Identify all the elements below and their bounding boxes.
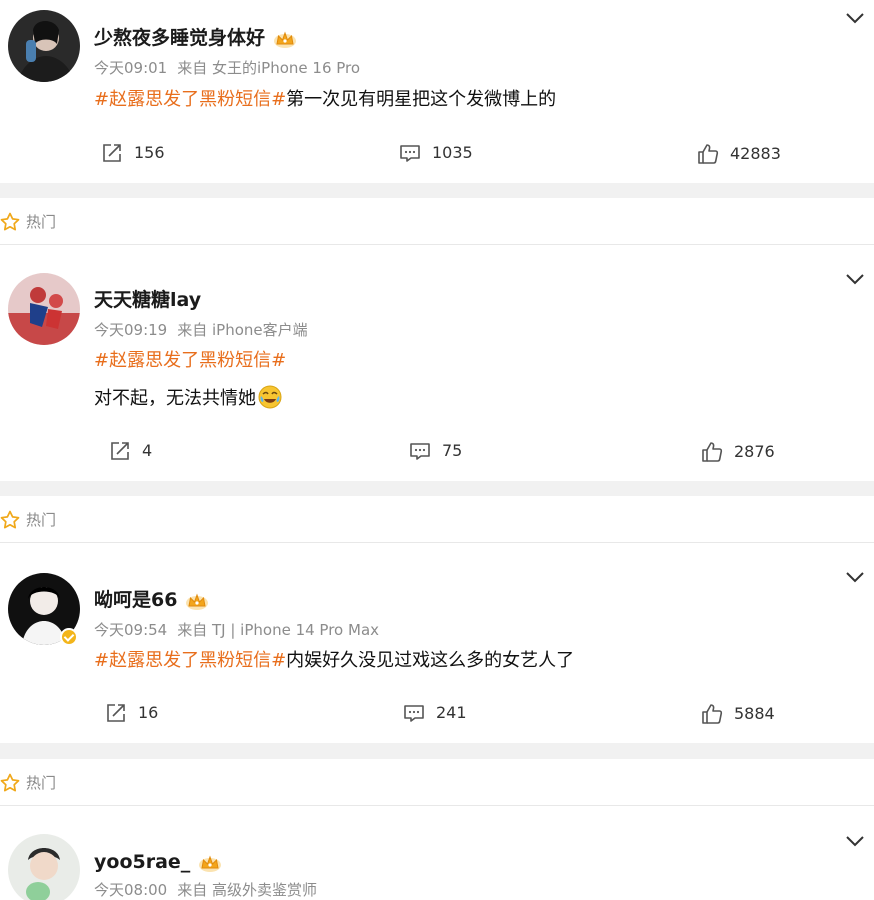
repost-count: 4 xyxy=(142,441,153,460)
post-text: 第一次见有明星把这个发微博上的 xyxy=(286,89,557,110)
like-button[interactable]: 2876 xyxy=(700,439,775,465)
comment-button[interactable]: 1035 xyxy=(398,140,473,166)
like-button[interactable]: 42883 xyxy=(696,141,781,167)
separator xyxy=(0,743,874,759)
hot-label: 热门 xyxy=(26,213,57,231)
repost-icon xyxy=(108,439,132,463)
post-content: #赵露思发了黑粉短信#第一次见有明星把这个发微博上的 xyxy=(94,88,556,112)
repost-icon xyxy=(100,141,124,165)
post-source: 来自 iPhone客户端 xyxy=(177,321,308,339)
separator xyxy=(0,183,874,198)
repost-count: 16 xyxy=(138,703,159,722)
post-source: 来自 TJ | iPhone 14 Pro Max xyxy=(177,621,380,639)
hot-section-label: 热门 xyxy=(0,496,874,542)
star-icon xyxy=(0,510,20,530)
chevron-down-icon[interactable] xyxy=(846,12,864,24)
weibo-post-4: yoo5rae_ 今天08:00 来自 高级外卖鉴赏师 xyxy=(0,806,874,900)
like-icon xyxy=(696,142,720,166)
post-meta: 今天09:54 来自 TJ | iPhone 14 Pro Max xyxy=(94,620,389,640)
like-count: 2876 xyxy=(734,442,775,461)
weibo-post-2: 天天糖糖lay 今天09:19 来自 iPhone客户端 #赵露思发了黑粉短信# … xyxy=(0,245,874,481)
avatar[interactable] xyxy=(8,834,80,900)
comment-count: 241 xyxy=(436,703,467,722)
post-meta: 今天09:19 来自 iPhone客户端 xyxy=(94,320,318,340)
comment-button[interactable]: 241 xyxy=(402,700,467,726)
username[interactable]: 天天糖糖lay xyxy=(94,288,201,312)
weibo-post-1: 少熬夜多睡觉身体好 今天09:01 来自 女王的iPhone 16 Pro #赵露… xyxy=(0,0,874,183)
post-source: 来自 女王的iPhone 16 Pro xyxy=(177,59,361,77)
post-time: 今天09:54 xyxy=(94,621,168,639)
topic-link[interactable]: #赵露思发了黑粉短信# xyxy=(94,89,286,110)
hot-label: 热门 xyxy=(26,511,57,529)
separator xyxy=(0,481,874,496)
crown-icon xyxy=(185,591,209,611)
post-content: #赵露思发了黑粉短信# xyxy=(94,349,286,373)
avatar[interactable] xyxy=(8,273,80,345)
comment-count: 75 xyxy=(442,441,463,460)
topic-link[interactable]: #赵露思发了黑粉短信# xyxy=(94,650,286,671)
post-text: 内娱好久没见过戏这么多的女艺人了 xyxy=(286,650,575,671)
post-time: 今天09:01 xyxy=(94,59,168,77)
post-content: #赵露思发了黑粉短信#内娱好久没见过戏这么多的女艺人了 xyxy=(94,649,574,673)
post-source: 来自 高级外卖鉴赏师 xyxy=(177,881,318,899)
star-icon xyxy=(0,773,20,793)
post-time: 今天08:00 xyxy=(94,881,168,899)
comment-count: 1035 xyxy=(432,143,473,162)
repost-icon xyxy=(104,701,128,725)
chevron-down-icon[interactable] xyxy=(846,273,864,285)
comment-icon xyxy=(398,141,422,165)
comment-button[interactable]: 75 xyxy=(408,438,462,464)
hot-label: 热门 xyxy=(26,774,57,792)
crown-icon xyxy=(273,29,297,49)
weibo-post-3: 呦呵是66 今天09:54 来自 TJ | iPhone 14 Pro Max #… xyxy=(0,543,874,743)
username[interactable]: 少熬夜多睡觉身体好 xyxy=(94,26,297,50)
repost-button[interactable]: 4 xyxy=(108,438,152,464)
username[interactable]: 呦呵是66 xyxy=(94,588,209,612)
crying-laughing-emoji xyxy=(258,385,282,409)
verified-badge-icon xyxy=(60,628,78,646)
star-icon xyxy=(0,212,20,232)
hot-section-label: 热门 xyxy=(0,198,874,244)
crown-icon xyxy=(198,853,222,873)
chevron-down-icon[interactable] xyxy=(846,835,864,847)
repost-button[interactable]: 156 xyxy=(100,140,165,166)
comment-icon xyxy=(408,439,432,463)
hot-section-label: 热门 xyxy=(0,759,874,805)
username[interactable]: yoo5rae_ xyxy=(94,850,222,874)
post-text-line-2: 对不起，无法共情她 xyxy=(94,385,282,411)
chevron-down-icon[interactable] xyxy=(846,571,864,583)
topic-link[interactable]: #赵露思发了黑粉短信# xyxy=(94,350,286,371)
comment-icon xyxy=(402,701,426,725)
post-time: 今天09:19 xyxy=(94,321,168,339)
like-button[interactable]: 5884 xyxy=(700,701,775,727)
avatar[interactable] xyxy=(8,10,80,82)
like-icon xyxy=(700,440,724,464)
post-meta: 今天09:01 来自 女王的iPhone 16 Pro xyxy=(94,58,370,78)
like-icon xyxy=(700,702,724,726)
repost-count: 156 xyxy=(134,143,165,162)
post-meta: 今天08:00 来自 高级外卖鉴赏师 xyxy=(94,880,327,900)
repost-button[interactable]: 16 xyxy=(104,700,158,726)
like-count: 42883 xyxy=(730,144,781,163)
like-count: 5884 xyxy=(734,704,775,723)
